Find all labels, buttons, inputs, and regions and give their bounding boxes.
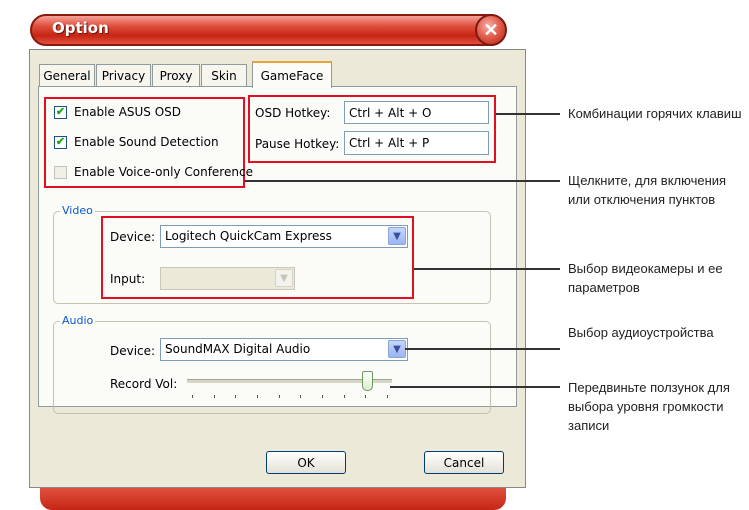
tab-proxy[interactable]: Proxy [152,64,200,86]
slider-tick [213,395,215,398]
enable-sound-detection-checkbox[interactable]: ✔ [54,136,67,149]
slider-tick [387,395,388,398]
checkmark-icon: ✔ [55,136,66,148]
record-volume-slider[interactable] [187,371,402,401]
slider-tick [365,395,367,398]
window-title: Option [52,19,109,37]
video-device-value: Logitech QuickCam Express [165,229,332,243]
callout-hotkeys: Комбинации горячих клавиш [568,106,742,121]
window-bottom-bar [40,488,506,510]
osd-hotkey-field[interactable] [344,101,489,124]
slider-tick [235,395,237,398]
video-input-select[interactable]: ▼ [160,267,295,290]
tab-skin[interactable]: Skin [201,64,247,86]
tab-privacy[interactable]: Privacy [96,64,151,86]
enable-voice-only-label: Enable Voice-only Conference [74,165,253,179]
chevron-down-icon: ▼ [275,269,293,287]
callout-line-slider [390,386,560,388]
ok-button[interactable]: OK [266,451,346,474]
tab-general[interactable]: General [39,64,95,86]
audio-device-value: SoundMAX Digital Audio [165,342,311,356]
slider-tick [278,395,280,398]
pause-hotkey-field[interactable] [344,131,489,155]
checkmark-icon: ✔ [55,106,66,118]
callout-line-camera [414,268,560,270]
callout-audio: Выбор аудиоустройства [568,325,714,340]
record-vol-label: Record Vol: [110,377,178,391]
video-group-label: Video [60,204,95,217]
pause-hotkey-label: Pause Hotkey: [255,137,340,151]
enable-sound-detection-label: Enable Sound Detection [74,135,219,149]
audio-group-label: Audio [60,314,96,327]
slider-thumb[interactable] [362,371,373,391]
enable-voice-only-checkbox[interactable] [54,166,67,179]
callout-toggle: Щелкните, для включения или отключения п… [568,173,727,207]
enable-asus-osd-label: Enable ASUS OSD [74,105,182,119]
close-icon: ✕ [483,19,499,40]
chevron-down-icon[interactable]: ▼ [388,227,406,245]
osd-hotkey-label: OSD Hotkey: [255,106,331,120]
callout-line-toggle [245,180,560,182]
chevron-down-icon[interactable]: ▼ [388,340,406,358]
callout-line-hotkeys [496,113,560,115]
slider-tick [257,395,258,398]
video-device-label: Device: [110,230,156,244]
callout-camera: Выбор видеокамеры и ее параметров [568,261,723,295]
tab-gameface[interactable]: GameFace [252,61,332,88]
video-input-label: Input: [110,272,146,286]
close-button[interactable]: ✕ [475,14,507,46]
enable-asus-osd-checkbox[interactable]: ✔ [54,106,67,119]
video-device-select[interactable]: Logitech QuickCam Express ▼ [160,225,408,248]
slider-tick [300,395,302,398]
callout-line-audio [405,348,560,350]
slider-tick [343,395,345,398]
cancel-button[interactable]: Cancel [424,451,504,474]
audio-device-select[interactable]: SoundMAX Digital Audio ▼ [160,338,408,361]
slider-tick [192,395,193,398]
callout-slider: Передвиньте ползунок для выбора уровня г… [568,380,730,433]
option-window: Option ✕ General Privacy Proxy Skin Game… [0,0,553,510]
audio-device-label: Device: [110,344,156,358]
slider-tick [322,395,323,398]
